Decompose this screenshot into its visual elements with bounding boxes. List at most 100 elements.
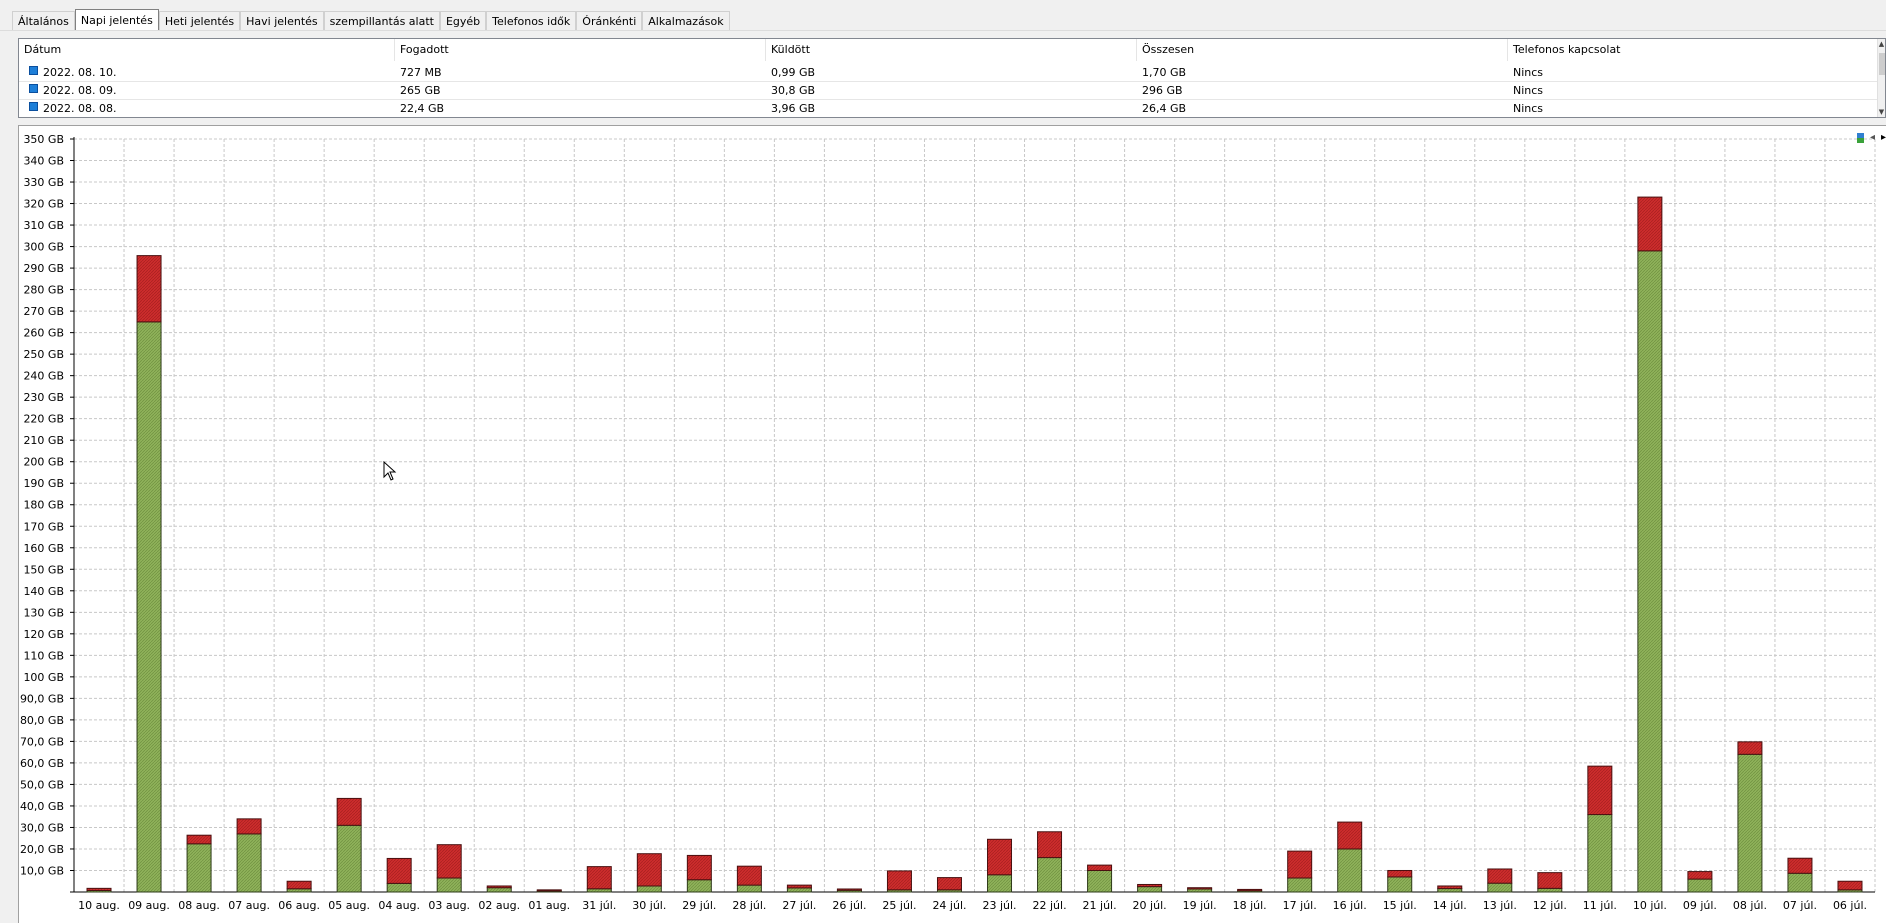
cell-received: 265 GB — [400, 84, 441, 97]
y-tick-label: 130 GB — [23, 606, 64, 619]
cell-sent: 30,8 GB — [771, 84, 816, 97]
x-tick-label: 02 aug. — [478, 899, 520, 912]
column-header-received[interactable]: Fogadott — [395, 39, 766, 61]
tab-1[interactable]: Napi jelentés — [74, 9, 159, 30]
bar-sent — [1587, 765, 1613, 816]
tab-4[interactable]: szempillantás alatt — [323, 11, 440, 30]
x-tick-label: 28 júl. — [732, 899, 766, 912]
cell-phone-connection: Nincs — [1513, 102, 1544, 115]
tab-7[interactable]: Óránkénti — [576, 11, 643, 30]
bar-sent — [1337, 821, 1363, 850]
bar-received — [1787, 872, 1813, 893]
cell-received: 22,4 GB — [400, 102, 445, 115]
y-tick-label: 260 GB — [23, 327, 64, 340]
y-tick-label: 200 GB — [23, 456, 64, 469]
y-tick-label: 120 GB — [23, 628, 64, 641]
cell-sent: 0,99 GB — [771, 66, 816, 79]
bar-sent — [1137, 883, 1163, 888]
x-tick-label: 04 aug. — [378, 899, 420, 912]
tab-5[interactable]: Egyéb — [439, 11, 487, 30]
cell-phone-connection: Nincs — [1513, 84, 1544, 97]
y-tick-label: 250 GB — [23, 348, 64, 361]
day-icon — [29, 66, 38, 75]
y-tick-label: 110 GB — [23, 649, 64, 662]
daily-report-table[interactable]: Dátum Fogadott Küldött Összesen Telefono… — [18, 38, 1886, 118]
x-tick-label: 06 júl. — [1833, 899, 1867, 912]
day-icon — [29, 84, 38, 93]
traffic-chart-panel: 10,0 GB 20,0 GB 30,0 GB 40,0 GB 50,0 GB 60,0 … — [18, 125, 1886, 923]
bar-received — [1137, 886, 1163, 893]
x-tick-label: 13 júl. — [1483, 899, 1517, 912]
x-tick-label: 10 júl. — [1633, 899, 1667, 912]
x-tick-label: 05 aug. — [328, 899, 370, 912]
cell-received: 727 MB — [400, 66, 442, 79]
bar-received — [1437, 888, 1463, 893]
chevron-left-icon[interactable]: ◂ — [1870, 133, 1875, 143]
x-tick-label: 09 aug. — [128, 899, 170, 912]
bar-received — [1287, 877, 1313, 893]
bar-sent — [1437, 885, 1463, 890]
bar-sent — [1087, 864, 1113, 871]
bar-received — [1737, 753, 1763, 893]
tab-6[interactable]: Telefonos idők — [486, 11, 577, 30]
tab-0[interactable]: Általános — [12, 11, 75, 30]
chevron-right-icon[interactable]: ▸ — [1881, 133, 1886, 143]
bar-received — [1637, 250, 1663, 893]
column-header-date[interactable]: Dátum — [19, 39, 395, 61]
report-tabs: Általános Napi jelentés Heti jelentés Havi … — [12, 9, 730, 31]
y-tick-label: 290 GB — [23, 262, 64, 275]
y-tick-label: 20,0 GB — [20, 843, 64, 856]
bar-received — [636, 885, 662, 893]
y-tick-label: 50,0 GB — [20, 778, 64, 791]
bar-sent — [586, 866, 612, 890]
bar-sent — [836, 888, 862, 891]
cell-sent: 3,96 GB — [771, 102, 816, 115]
y-tick-label: 240 GB — [23, 370, 64, 383]
day-icon — [29, 102, 38, 111]
x-tick-label: 24 júl. — [932, 899, 966, 912]
bar-received — [436, 877, 462, 893]
table-row[interactable]: 2022. 08. 10. 727 MB 0,99 GB 1,70 GB Nin… — [19, 64, 1885, 82]
y-tick-label: 90,0 GB — [20, 692, 64, 705]
x-tick-label: 11 júl. — [1583, 899, 1617, 912]
bar-sent — [1687, 871, 1713, 880]
bar-received — [486, 887, 512, 893]
bar-received — [786, 887, 812, 893]
cell-total: 1,70 GB — [1142, 66, 1187, 79]
bar-sent — [1187, 887, 1213, 890]
bar-received — [736, 884, 762, 893]
scrollbar-thumb[interactable] — [1879, 53, 1885, 75]
table-row[interactable]: 2022. 08. 08. 22,4 GB 3,96 GB 26,4 GB Ni… — [19, 100, 1885, 117]
column-header-total[interactable]: Összesen — [1137, 39, 1508, 61]
bar-received — [1037, 857, 1063, 893]
y-tick-label: 350 GB — [23, 133, 64, 146]
x-tick-label: 25 júl. — [882, 899, 916, 912]
tab-2[interactable]: Heti jelentés — [158, 11, 241, 30]
legend-icon[interactable] — [1856, 133, 1864, 143]
x-tick-label: 17 júl. — [1283, 899, 1317, 912]
tab-8[interactable]: Alkalmazások — [642, 11, 730, 30]
bar-received — [1587, 814, 1613, 893]
x-tick-label: 08 aug. — [178, 899, 220, 912]
bar-sent — [1537, 872, 1563, 889]
tab-3[interactable]: Havi jelentés — [240, 11, 324, 30]
scroll-up-icon[interactable]: ▲ — [1878, 39, 1885, 49]
bar-sent — [786, 884, 812, 889]
y-tick-label: 70,0 GB — [20, 735, 64, 748]
x-tick-label: 07 aug. — [228, 899, 270, 912]
daily-traffic-chart: 10,0 GB 20,0 GB 30,0 GB 40,0 GB 50,0 GB 60,0 … — [20, 133, 1876, 912]
bar-received — [686, 879, 712, 893]
table-body: 2022. 08. 10. 727 MB 0,99 GB 1,70 GB Nin… — [19, 64, 1885, 117]
y-tick-label: 210 GB — [23, 434, 64, 447]
bar-received — [336, 824, 362, 893]
bar-received — [386, 882, 412, 893]
bar-sent — [1637, 196, 1663, 252]
mouse-cursor-icon — [383, 461, 397, 481]
table-row[interactable]: 2022. 08. 09. 265 GB 30,8 GB 296 GB Ninc… — [19, 82, 1885, 100]
x-tick-label: 19 júl. — [1183, 899, 1217, 912]
x-tick-label: 26 júl. — [832, 899, 866, 912]
scroll-down-icon[interactable]: ▼ — [1878, 107, 1885, 117]
column-header-phone-connection[interactable]: Telefonos kapcsolat — [1508, 39, 1878, 61]
column-header-sent[interactable]: Küldött — [766, 39, 1137, 61]
table-scrollbar[interactable]: ▲ ▼ — [1877, 39, 1885, 117]
